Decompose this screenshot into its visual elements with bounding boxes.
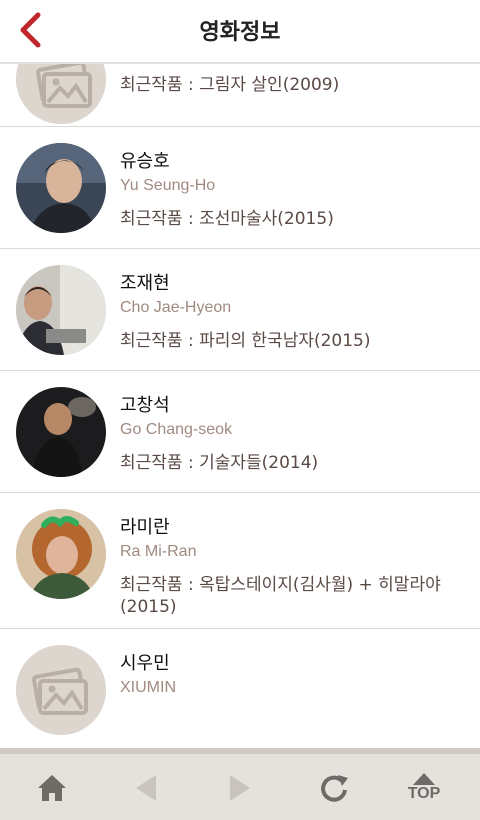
arrow-right-icon bbox=[230, 775, 250, 801]
list-item[interactable]: 유승호 Yu Seung-Ho 최근작품 : 조선마술사(2015) bbox=[0, 127, 480, 249]
arrow-left-icon bbox=[136, 775, 156, 801]
list-item[interactable]: 최근작품 : 그림자 살인(2009) bbox=[0, 34, 480, 127]
actor-name: 라미란 bbox=[120, 517, 170, 538]
actor-photo bbox=[16, 387, 106, 477]
top-label: TOP bbox=[407, 785, 441, 802]
actor-name-roman: Ra Mi-Ran bbox=[120, 543, 197, 560]
actor-name-roman: XIUMIN bbox=[120, 679, 176, 696]
triangle-up-icon bbox=[413, 773, 435, 785]
actor-name: 유승호 bbox=[120, 151, 170, 172]
bottom-toolbar: TOP bbox=[0, 748, 480, 820]
list-item[interactable]: 시우민 XIUMIN bbox=[0, 629, 480, 759]
actor-name-roman: Yu Seung-Ho bbox=[120, 177, 216, 194]
top-button[interactable]: TOP bbox=[400, 768, 448, 808]
refresh-button[interactable] bbox=[310, 768, 358, 808]
actor-name-roman: Go Chang-seok bbox=[120, 421, 233, 438]
page-title: 영화정보 bbox=[199, 20, 281, 45]
recent-work: 최근작품 : 옥탑스테이지(김사월) + 히말라야(2015) bbox=[120, 575, 441, 617]
recent-work: 최근작품 : 기술자들(2014) bbox=[120, 453, 319, 473]
actor-photo bbox=[16, 265, 106, 355]
home-button[interactable] bbox=[28, 768, 76, 808]
list-item[interactable]: 고창석 Go Chang-seok 최근작품 : 기술자들(2014) bbox=[0, 371, 480, 493]
actor-photo bbox=[16, 143, 106, 233]
list-item[interactable]: 라미란 Ra Mi-Ran 최근작품 : 옥탑스테이지(김사월) + 히말라야(… bbox=[0, 493, 480, 629]
forward-nav-button[interactable] bbox=[216, 768, 264, 808]
recent-work: 최근작품 : 그림자 살인(2009) bbox=[120, 75, 340, 95]
header-bar: 영화정보 bbox=[0, 0, 480, 64]
actor-name: 조재현 bbox=[120, 273, 170, 294]
back-nav-button[interactable] bbox=[122, 768, 170, 808]
refresh-icon bbox=[321, 775, 348, 802]
recent-work: 최근작품 : 파리의 한국남자(2015) bbox=[120, 331, 371, 351]
actor-name-roman: Cho Jae-Hyeon bbox=[120, 299, 232, 316]
actor-list: 최근작품 : 그림자 살인(2009) 유승호 Yu Seung-Ho 최근작품… bbox=[0, 34, 480, 759]
list-item[interactable]: 조재현 Cho Jae-Hyeon 최근작품 : 파리의 한국남자(2015) bbox=[0, 249, 480, 371]
placeholder-photo-icon bbox=[16, 645, 106, 735]
actor-name: 시우민 bbox=[120, 653, 170, 674]
actor-name: 고창석 bbox=[120, 395, 170, 416]
recent-work: 최근작품 : 조선마술사(2015) bbox=[120, 209, 334, 229]
actor-photo bbox=[16, 509, 106, 599]
home-icon bbox=[38, 775, 66, 801]
